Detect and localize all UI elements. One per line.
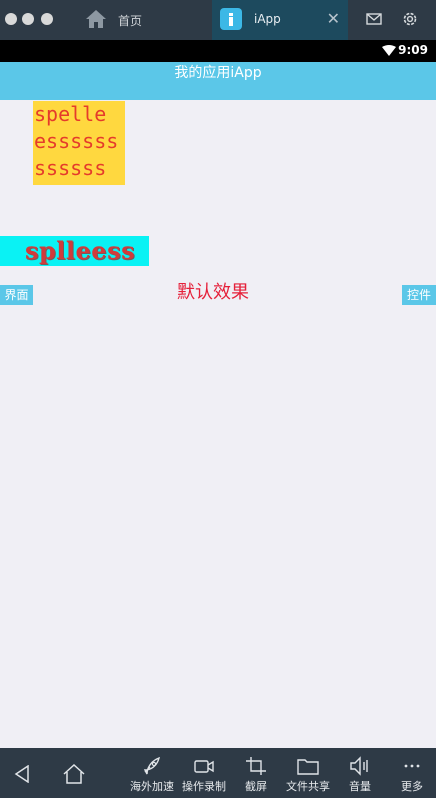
yellow-text-box: spelle essssss ssssss [33,101,125,185]
app-title: 我的应用iApp [174,65,262,81]
screenshot-button[interactable]: 截屏 [240,748,272,798]
crop-icon [246,757,266,775]
record-operation-label: 操作录制 [182,780,226,793]
tab-iapp[interactable]: iApp ✕ [212,0,348,40]
window-zoom-dot[interactable] [41,13,53,25]
mail-icon[interactable] [365,10,383,28]
tab-home[interactable]: 首页 [76,0,212,40]
volume-label: 音量 [349,780,371,793]
folder-icon [297,759,319,775]
video-icon [194,760,214,773]
window-minimize-dot[interactable] [22,13,34,25]
yellow-line: essssss [34,129,119,153]
home-nav-icon[interactable] [63,764,85,784]
more-label: 更多 [401,780,423,793]
yellow-line: ssssss [34,156,107,180]
more-icon [404,764,420,768]
iapp-icon [220,8,242,30]
back-icon[interactable] [14,765,30,783]
gear-icon[interactable] [401,10,419,28]
file-share-button[interactable]: 文件共享 [283,748,333,798]
control-button[interactable]: 控件 [402,285,436,305]
close-icon[interactable]: ✕ [327,9,340,28]
tab-iapp-label: iApp [254,12,281,26]
window-close-dot[interactable] [5,13,17,25]
file-share-label: 文件共享 [286,780,330,793]
emulator-titlebar: 首页 iApp ✕ [0,0,436,40]
yellow-line: spelle [34,102,107,126]
wifi-icon [382,45,396,56]
rocket-icon [143,756,161,775]
status-time: 9:09 [398,43,428,57]
home-icon [86,10,106,28]
screenshot-label: 截屏 [245,780,267,793]
overseas-accelerate-button[interactable]: 海外加速 [127,748,177,798]
interface-button[interactable]: 界面 [0,285,33,305]
app-title-bar: 我的应用iApp [0,62,436,100]
default-effect-text: 默认效果 [177,282,249,303]
record-operation-button[interactable]: 操作录制 [179,748,229,798]
emulator-toolbar: 海外加速 操作录制 截屏 文件共享 音量 更多 [0,748,436,798]
cyan-text: splleess [25,236,136,265]
more-button[interactable]: 更多 [396,748,428,798]
volume-button[interactable]: 音量 [344,748,376,798]
overseas-accelerate-label: 海外加速 [130,780,174,793]
android-statusbar: 9:09 [0,40,436,62]
cyan-text-box: splleess [0,236,149,266]
tab-home-label: 首页 [118,14,143,28]
speaker-icon [350,756,368,776]
